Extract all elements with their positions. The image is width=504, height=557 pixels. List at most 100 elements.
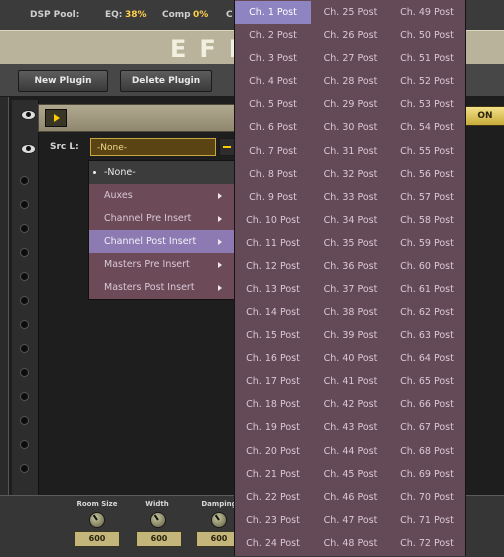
submenu-item-channel-post[interactable]: Ch. 3 Post: [235, 47, 311, 70]
submenu-item-channel-post[interactable]: Ch. 20 Post: [235, 440, 311, 463]
src-visibility-eye-icon[interactable]: [21, 144, 36, 154]
submenu-item-channel-post[interactable]: Ch. 69 Post: [389, 463, 465, 486]
menu-item-masters-pre-insert[interactable]: Masters Pre Insert: [89, 253, 234, 276]
src-left-select[interactable]: -None-: [90, 138, 216, 156]
submenu-item-channel-post[interactable]: Ch. 61 Post: [389, 278, 465, 301]
submenu-item-channel-post[interactable]: Ch. 46 Post: [312, 486, 389, 509]
submenu-item-channel-post[interactable]: Ch. 37 Post: [312, 278, 389, 301]
submenu-item-channel-post[interactable]: Ch. 71 Post: [389, 509, 465, 532]
delete-plugin-button[interactable]: Delete Plugin: [120, 70, 212, 92]
submenu-item-channel-post[interactable]: Ch. 54 Post: [389, 116, 465, 139]
submenu-item-channel-post[interactable]: Ch. 67 Post: [389, 416, 465, 439]
menu-item-masters-post-insert[interactable]: Masters Post Insert: [89, 276, 234, 299]
submenu-item-channel-post[interactable]: Ch. 17 Post: [235, 370, 311, 393]
new-plugin-button[interactable]: New Plugin: [18, 70, 108, 92]
submenu-item-channel-post[interactable]: Ch. 44 Post: [312, 440, 389, 463]
submenu-item-channel-post[interactable]: Ch. 45 Post: [312, 463, 389, 486]
rack-screw: [20, 296, 29, 305]
menu-item-label: Channel Post Insert: [104, 236, 197, 247]
plugin-on-button[interactable]: ON: [464, 106, 504, 126]
submenu-item-channel-post[interactable]: Ch. 40 Post: [312, 347, 389, 370]
submenu-item-channel-post[interactable]: Ch. 51 Post: [389, 47, 465, 70]
submenu-item-channel-post[interactable]: Ch. 5 Post: [235, 93, 311, 116]
submenu-item-channel-post[interactable]: Ch. 32 Post: [312, 163, 389, 186]
submenu-item-channel-post[interactable]: Ch. 11 Post: [235, 232, 311, 255]
submenu-item-channel-post[interactable]: Ch. 41 Post: [312, 370, 389, 393]
rack-screw: [20, 224, 29, 233]
submenu-item-channel-post[interactable]: Ch. 56 Post: [389, 163, 465, 186]
submenu-item-channel-post[interactable]: Ch. 18 Post: [235, 393, 311, 416]
submenu-item-channel-post[interactable]: Ch. 57 Post: [389, 186, 465, 209]
submenu-item-channel-post[interactable]: Ch. 50 Post: [389, 24, 465, 47]
submenu-item-channel-post[interactable]: Ch. 60 Post: [389, 255, 465, 278]
submenu-item-channel-post[interactable]: Ch. 53 Post: [389, 93, 465, 116]
submenu-item-channel-post[interactable]: Ch. 34 Post: [312, 209, 389, 232]
rack-screw: [20, 416, 29, 425]
submenu-item-channel-post[interactable]: Ch. 64 Post: [389, 347, 465, 370]
room-size-value[interactable]: 600: [74, 531, 120, 547]
submenu-item-channel-post[interactable]: Ch. 31 Post: [312, 140, 389, 163]
submenu-item-channel-post[interactable]: Ch. 13 Post: [235, 278, 311, 301]
width-knob[interactable]: [150, 512, 166, 528]
submenu-item-channel-post[interactable]: Ch. 49 Post: [389, 1, 465, 24]
submenu-item-channel-post[interactable]: Ch. 47 Post: [312, 509, 389, 532]
submenu-item-channel-post[interactable]: Ch. 19 Post: [235, 416, 311, 439]
submenu-item-channel-post[interactable]: Ch. 26 Post: [312, 24, 389, 47]
submenu-item-channel-post[interactable]: Ch. 24 Post: [235, 532, 311, 555]
menu-item-channel-pre-insert[interactable]: Channel Pre Insert: [89, 207, 234, 230]
submenu-item-channel-post[interactable]: Ch. 2 Post: [235, 24, 311, 47]
submenu-item-channel-post[interactable]: Ch. 68 Post: [389, 440, 465, 463]
submenu-item-channel-post[interactable]: Ch. 4 Post: [235, 70, 311, 93]
submenu-item-channel-post[interactable]: Ch. 55 Post: [389, 140, 465, 163]
submenu-item-channel-post[interactable]: Ch. 66 Post: [389, 393, 465, 416]
submenu-item-channel-post[interactable]: Ch. 9 Post: [235, 186, 311, 209]
menu-item-channel-post-insert[interactable]: Channel Post Insert: [89, 230, 234, 253]
submenu-item-channel-post[interactable]: Ch. 1 Post: [235, 1, 311, 24]
menu-item-label: -None-: [104, 167, 136, 178]
submenu-item-channel-post[interactable]: Ch. 36 Post: [312, 255, 389, 278]
submenu-item-channel-post[interactable]: Ch. 22 Post: [235, 486, 311, 509]
menu-item-none[interactable]: -None-: [89, 161, 234, 184]
submenu-item-channel-post[interactable]: Ch. 58 Post: [389, 209, 465, 232]
submenu-item-channel-post[interactable]: Ch. 25 Post: [312, 1, 389, 24]
submenu-item-channel-post[interactable]: Ch. 29 Post: [312, 93, 389, 116]
submenu-item-channel-post[interactable]: Ch. 35 Post: [312, 232, 389, 255]
submenu-item-channel-post[interactable]: Ch. 12 Post: [235, 255, 311, 278]
submenu-item-channel-post[interactable]: Ch. 27 Post: [312, 47, 389, 70]
menu-item-label: Masters Post Insert: [104, 282, 195, 293]
submenu-item-channel-post[interactable]: Ch. 10 Post: [235, 209, 311, 232]
submenu-item-channel-post[interactable]: Ch. 33 Post: [312, 186, 389, 209]
submenu-item-channel-post[interactable]: Ch. 23 Post: [235, 509, 311, 532]
expand-play-icon[interactable]: [45, 109, 67, 127]
submenu-item-channel-post[interactable]: Ch. 62 Post: [389, 301, 465, 324]
submenu-item-channel-post[interactable]: Ch. 70 Post: [389, 486, 465, 509]
submenu-item-channel-post[interactable]: Ch. 8 Post: [235, 163, 311, 186]
submenu-item-channel-post[interactable]: Ch. 16 Post: [235, 347, 311, 370]
room-size-knob[interactable]: [89, 512, 105, 528]
submenu-item-channel-post[interactable]: Ch. 59 Post: [389, 232, 465, 255]
submenu-item-channel-post[interactable]: Ch. 39 Post: [312, 324, 389, 347]
submenu-arrow-icon: [218, 285, 222, 291]
damping-knob[interactable]: [211, 512, 227, 528]
submenu-item-channel-post[interactable]: Ch. 43 Post: [312, 416, 389, 439]
submenu-item-channel-post[interactable]: Ch. 6 Post: [235, 116, 311, 139]
src-dropdown-arrow-icon[interactable]: [219, 138, 235, 156]
src-left-label: Src L:: [50, 142, 79, 152]
submenu-item-channel-post[interactable]: Ch. 30 Post: [312, 116, 389, 139]
submenu-item-channel-post[interactable]: Ch. 7 Post: [235, 140, 311, 163]
comp-label: Comp: [162, 10, 191, 20]
width-value[interactable]: 600: [136, 531, 182, 547]
submenu-item-channel-post[interactable]: Ch. 15 Post: [235, 324, 311, 347]
submenu-item-channel-post[interactable]: Ch. 21 Post: [235, 463, 311, 486]
submenu-item-channel-post[interactable]: Ch. 28 Post: [312, 70, 389, 93]
menu-item-auxes[interactable]: Auxes: [89, 184, 234, 207]
submenu-item-channel-post[interactable]: Ch. 48 Post: [312, 532, 389, 555]
submenu-item-channel-post[interactable]: Ch. 52 Post: [389, 70, 465, 93]
submenu-item-channel-post[interactable]: Ch. 63 Post: [389, 324, 465, 347]
visibility-eye-icon[interactable]: [21, 110, 36, 120]
submenu-item-channel-post[interactable]: Ch. 72 Post: [389, 532, 465, 555]
submenu-item-channel-post[interactable]: Ch. 65 Post: [389, 370, 465, 393]
submenu-item-channel-post[interactable]: Ch. 14 Post: [235, 301, 311, 324]
submenu-item-channel-post[interactable]: Ch. 42 Post: [312, 393, 389, 416]
submenu-item-channel-post[interactable]: Ch. 38 Post: [312, 301, 389, 324]
